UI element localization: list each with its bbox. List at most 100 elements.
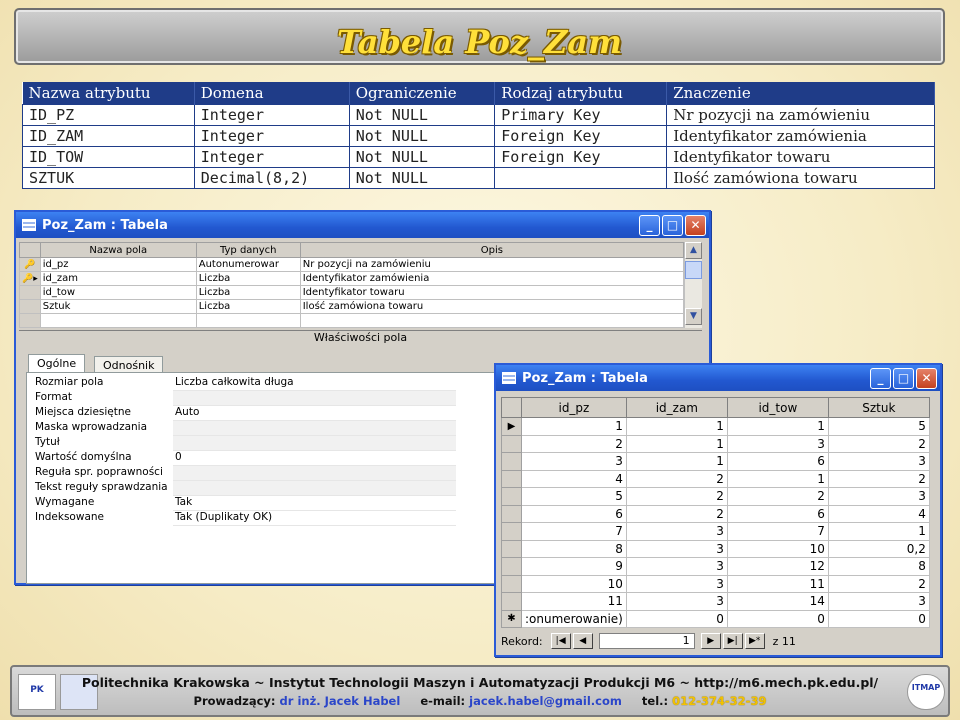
field-row[interactable]: 🔑 id_pz Autonumerowar Nr pozycji na zamówie…	[19, 257, 685, 272]
datasheet-cell[interactable]: 4	[827, 504, 930, 523]
datasheet-cell[interactable]: 6	[726, 504, 829, 523]
table-row[interactable]: ✱:onumerowanie) 0 0 0	[501, 609, 930, 628]
minimize-button[interactable]: _	[639, 214, 660, 236]
field-name[interactable]: id_pz	[39, 257, 197, 272]
field-type[interactable]	[195, 313, 301, 328]
column-header-id-pz[interactable]: id_pz	[521, 397, 627, 418]
table-row[interactable]: 9 3 12 8	[501, 557, 930, 576]
row-selector[interactable]	[501, 504, 522, 523]
close-button[interactable]: ✕	[685, 214, 706, 236]
field-desc[interactable]: Nr pozycji na zamówieniu	[299, 257, 685, 272]
property-value[interactable]: Tak	[173, 496, 456, 511]
datasheet-cell[interactable]: 8	[827, 557, 930, 576]
property-value[interactable]: Liczba całkowita długa	[173, 376, 456, 391]
scroll-down-icon[interactable]: ▼	[685, 308, 702, 325]
datasheet-cell[interactable]: 9	[521, 557, 627, 576]
datasheet-cell[interactable]: 1	[726, 417, 829, 436]
field-type[interactable]: Liczba	[195, 299, 301, 314]
row-selector[interactable]	[501, 487, 522, 506]
datasheet-cell[interactable]: 0,2	[827, 539, 930, 558]
column-header-sztuk[interactable]: Sztuk	[827, 397, 930, 418]
row-selector[interactable]	[501, 539, 522, 558]
datasheet-cell[interactable]: 2	[521, 434, 627, 453]
field-type[interactable]: Liczba	[195, 285, 301, 300]
last-record-icon[interactable]: ▶|	[722, 633, 743, 649]
property-value[interactable]: Tak (Duplikaty OK)	[173, 511, 456, 526]
datasheet-cell[interactable]: 3	[625, 557, 728, 576]
field-name[interactable]	[39, 313, 197, 328]
field-type[interactable]: Liczba	[195, 271, 301, 286]
close-button[interactable]: ✕	[916, 367, 937, 389]
maximize-button[interactable]: □	[893, 367, 914, 389]
new-record-icon[interactable]: ▶*	[744, 633, 765, 649]
field-name[interactable]: Sztuk	[39, 299, 197, 314]
field-type[interactable]: Autonumerowar	[195, 257, 301, 272]
datasheet-cell[interactable]: 14	[726, 592, 829, 611]
datasheet-cell[interactable]: 3	[625, 592, 728, 611]
field-desc[interactable]: Ilość zamówiona towaru	[299, 299, 685, 314]
scroll-up-icon[interactable]: ▲	[685, 242, 702, 259]
record-number-input[interactable]: 1	[598, 633, 695, 649]
datasheet-cell[interactable]: 7	[726, 522, 829, 541]
field-row[interactable]: id_tow Liczba Identyfikator towaru	[19, 285, 685, 300]
field-row[interactable]	[19, 313, 685, 328]
field-name[interactable]: id_tow	[39, 285, 197, 300]
new-record-icon[interactable]: ✱	[501, 609, 522, 628]
datasheet-cell[interactable]: 2	[726, 487, 829, 506]
table-row[interactable]: 5223	[501, 487, 930, 506]
field-row[interactable]: Sztuk Liczba Ilość zamówiona towaru	[19, 299, 685, 314]
row-selector[interactable]	[501, 434, 522, 453]
property-value[interactable]	[173, 391, 456, 406]
datasheet-cell[interactable]: :onumerowanie)	[521, 609, 627, 628]
table-row[interactable]: 8 3 10 0,2	[501, 539, 930, 558]
datasheet-cell[interactable]: 0	[625, 609, 728, 628]
property-value[interactable]: 0	[173, 451, 456, 466]
datasheet-grid[interactable]: id_pz id_zam id_tow Sztuk ▶ 1 1 1 5 2 1 3 2 3 1 6 3 4…	[501, 397, 930, 628]
datasheet-cell[interactable]: 2	[827, 574, 930, 593]
datasheet-cell[interactable]: 6	[521, 504, 627, 523]
datasheet-cell[interactable]: 6	[726, 452, 829, 471]
datasheet-cell[interactable]: 2	[625, 469, 728, 488]
field-desc[interactable]	[299, 313, 685, 328]
datasheet-cell[interactable]: 5	[521, 487, 627, 506]
first-record-icon[interactable]: |◀	[550, 633, 571, 649]
property-value[interactable]	[173, 436, 456, 451]
next-record-icon[interactable]: ▶	[700, 633, 721, 649]
datasheet-cell[interactable]: 7	[521, 522, 627, 541]
current-record-icon[interactable]: ▶	[501, 417, 522, 436]
datasheet-cell[interactable]: 3	[625, 574, 728, 593]
property-value[interactable]	[173, 421, 456, 436]
minimize-button[interactable]: _	[870, 367, 891, 389]
maximize-button[interactable]: □	[662, 214, 683, 236]
table-row[interactable]: ▶ 1 1 1 5	[501, 417, 930, 436]
design-grid-scrollbar[interactable]: ▲ ▼	[684, 242, 702, 328]
datasheet-cell[interactable]: 11	[726, 574, 829, 593]
datasheet-cell[interactable]: 3	[827, 452, 930, 471]
column-header-id-tow[interactable]: id_tow	[726, 397, 829, 418]
datasheet-cell[interactable]: 3	[827, 592, 930, 611]
datasheet-cell[interactable]: 11	[521, 592, 627, 611]
table-row[interactable]: 10 3 11 2	[501, 574, 930, 593]
datasheet-cell[interactable]: 3	[521, 452, 627, 471]
design-window-titlebar[interactable]: Poz_Zam : Tabela _ □ ✕	[16, 212, 709, 238]
table-row[interactable]: 4212	[501, 469, 930, 488]
datasheet-cell[interactable]: 1	[827, 522, 930, 541]
datasheet-cell[interactable]: 1	[625, 417, 728, 436]
row-selector[interactable]	[501, 452, 522, 471]
datasheet-cell[interactable]: 1	[521, 417, 627, 436]
datasheet-cell[interactable]: 1	[625, 452, 728, 471]
datasheet-window[interactable]: Poz_Zam : Tabela _ □ ✕ id_pz id_zam id_t…	[494, 363, 942, 657]
datasheet-cell[interactable]: 12	[726, 557, 829, 576]
row-selector[interactable]	[501, 522, 522, 541]
row-selector[interactable]	[501, 469, 522, 488]
table-row[interactable]: 11 3 14 3	[501, 592, 930, 611]
field-design-grid[interactable]: Nazwa pola Typ danych Opis 🔑 id_pz Autonum…	[19, 242, 685, 328]
property-value[interactable]	[173, 481, 456, 496]
datasheet-cell[interactable]: 4	[521, 469, 627, 488]
datasheet-cell[interactable]: 2	[625, 487, 728, 506]
table-row[interactable]: 3163	[501, 452, 930, 471]
datasheet-cell[interactable]: 8	[521, 539, 627, 558]
datasheet-cell[interactable]: 3	[625, 539, 728, 558]
field-row[interactable]: 🔑▸ id_zam Liczba Identyfikator zamówienia	[19, 271, 685, 286]
datasheet-cell[interactable]: 2	[625, 504, 728, 523]
